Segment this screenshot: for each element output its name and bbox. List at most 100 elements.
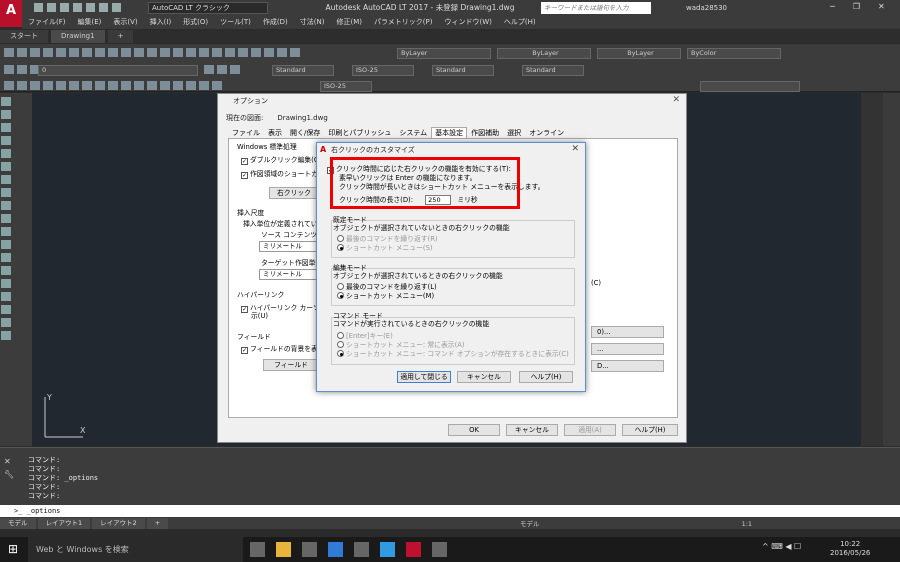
make-current-icon[interactable] bbox=[204, 65, 214, 74]
plotstyle-select[interactable]: ByColor bbox=[687, 48, 781, 59]
arc-icon[interactable] bbox=[69, 81, 79, 90]
redo-icon[interactable] bbox=[147, 48, 157, 57]
paste-icon[interactable] bbox=[108, 48, 118, 57]
properties-icon[interactable] bbox=[212, 48, 222, 57]
tab-new[interactable]: + bbox=[107, 30, 134, 43]
dim-diameter-icon[interactable] bbox=[212, 81, 222, 90]
line-icon[interactable] bbox=[1, 97, 11, 106]
publish-icon[interactable] bbox=[69, 48, 79, 57]
apply-close-button[interactable]: 適用して閉じる bbox=[397, 371, 451, 383]
status-annotation-scale[interactable]: 1:1 bbox=[742, 520, 752, 528]
field-checkbox[interactable]: ✓ フィールドの背景を表 bbox=[241, 345, 318, 354]
designcenter-icon[interactable] bbox=[225, 48, 235, 57]
properties-palette-collapsed[interactable] bbox=[883, 93, 900, 446]
ok-button[interactable]: OK bbox=[448, 424, 500, 436]
arc-icon[interactable] bbox=[1, 162, 11, 171]
target-units-select[interactable]: ミリメートル bbox=[259, 269, 319, 280]
print-icon[interactable] bbox=[86, 3, 95, 12]
layer-previous-icon[interactable] bbox=[217, 65, 227, 74]
options-right-button-2[interactable]: ... bbox=[591, 343, 664, 355]
wrench-icon[interactable]: 🔧︎ bbox=[4, 470, 14, 479]
lineweight-select[interactable]: ByLayer bbox=[597, 48, 681, 59]
minimize-icon[interactable]: ─ bbox=[830, 2, 835, 11]
zoom-window-icon[interactable] bbox=[186, 48, 196, 57]
cmd-always-radio[interactable]: ショートカット メニュー: 常に表示(A) bbox=[337, 341, 465, 350]
rectangle-icon[interactable] bbox=[1, 149, 11, 158]
media-icon[interactable] bbox=[354, 542, 369, 557]
options-right-button-1[interactable]: 0)... bbox=[591, 326, 664, 338]
command-input[interactable]: >_ _options bbox=[0, 505, 900, 517]
markup-icon[interactable] bbox=[264, 48, 274, 57]
dim-ordinate-icon[interactable] bbox=[173, 81, 183, 90]
dim-aligned-icon[interactable] bbox=[147, 81, 157, 90]
menu-file[interactable]: ファイル(F) bbox=[22, 16, 72, 29]
menu-help[interactable]: ヘルプ(H) bbox=[498, 16, 542, 29]
toolpalette-icon[interactable] bbox=[238, 48, 248, 57]
help-search-input[interactable]: キーワードまたは語句を入力 bbox=[541, 2, 651, 14]
workspace-select[interactable]: AutoCAD LT クラシック bbox=[148, 2, 268, 14]
textstyle-select[interactable]: Standard bbox=[272, 65, 334, 76]
edge-icon[interactable] bbox=[328, 542, 343, 557]
help-button[interactable]: ヘルプ(H) bbox=[622, 424, 678, 436]
view-select[interactable] bbox=[700, 81, 800, 92]
tab-model[interactable]: モデル bbox=[0, 518, 36, 529]
menu-edit[interactable]: 編集(E) bbox=[72, 16, 108, 29]
tab-start[interactable]: スタート bbox=[0, 30, 48, 43]
region-icon[interactable] bbox=[1, 292, 11, 301]
user-name[interactable]: wada28530 bbox=[686, 2, 727, 14]
taskbar-clock[interactable]: 10:22 2016/05/26 bbox=[830, 540, 870, 558]
shortcut-checkbox[interactable]: ✓ 作図領域のショートカ bbox=[241, 170, 318, 179]
lightbulb-icon[interactable] bbox=[17, 65, 27, 74]
dim-linear-icon[interactable] bbox=[134, 81, 144, 90]
color-select[interactable]: ByLayer bbox=[397, 48, 491, 59]
edit-repeat-radio[interactable]: 最後のコマンドを繰り返す(L) bbox=[337, 283, 437, 292]
gradient-icon[interactable] bbox=[1, 279, 11, 288]
circle-icon[interactable] bbox=[1, 175, 11, 184]
app-icon[interactable] bbox=[432, 542, 447, 557]
cmd-options-radio[interactable]: ショートカット メニュー: コマンド オプションが存在するときに表示(C) bbox=[337, 350, 569, 359]
windows-start-icon[interactable]: ⊞ bbox=[8, 543, 21, 556]
menu-insert[interactable]: 挿入(I) bbox=[144, 16, 178, 29]
line-icon[interactable] bbox=[4, 81, 14, 90]
right-click-customize-button[interactable]: 右クリック bbox=[269, 187, 319, 199]
dimstyle-select[interactable]: ISO-25 bbox=[352, 65, 414, 76]
matchprop-icon[interactable] bbox=[121, 48, 131, 57]
default-shortcut-radio[interactable]: ショートカット メニュー(S) bbox=[337, 244, 433, 253]
dim-arc-icon[interactable] bbox=[160, 81, 170, 90]
saveas-icon[interactable] bbox=[73, 3, 82, 12]
calc-icon[interactable] bbox=[277, 48, 287, 57]
polyline-icon[interactable] bbox=[30, 81, 40, 90]
pan-icon[interactable] bbox=[160, 48, 170, 57]
tab-add-layout[interactable]: + bbox=[146, 518, 169, 529]
ellipse-icon[interactable] bbox=[1, 214, 11, 223]
taskbar-search[interactable]: Web と Windows を検索 bbox=[28, 537, 243, 562]
insert-block-icon[interactable] bbox=[1, 227, 11, 236]
tab-layout1[interactable]: レイアウト1 bbox=[37, 518, 91, 529]
print-icon[interactable] bbox=[43, 48, 53, 57]
cancel-button[interactable]: キャンセル bbox=[506, 424, 558, 436]
copy-icon[interactable] bbox=[95, 48, 105, 57]
polygon-icon[interactable] bbox=[43, 81, 53, 90]
options-right-button-3[interactable]: D... bbox=[591, 360, 664, 372]
linetype-select[interactable]: ByLayer bbox=[497, 48, 591, 59]
preview-icon[interactable] bbox=[56, 48, 66, 57]
autocad-logo[interactable]: A bbox=[0, 0, 22, 27]
tablestyle-select[interactable]: Standard bbox=[432, 65, 494, 76]
ie-icon[interactable] bbox=[380, 542, 395, 557]
system-tray[interactable]: ^ ⌨ ◀ ☐ bbox=[762, 542, 801, 551]
edit-shortcut-radio[interactable]: ショートカット メニュー(M) bbox=[337, 292, 434, 301]
rc-help-button[interactable]: ヘルプ(H) bbox=[519, 371, 573, 383]
store-icon[interactable] bbox=[302, 542, 317, 557]
sheetset-icon[interactable] bbox=[251, 48, 261, 57]
circle-icon[interactable] bbox=[82, 81, 92, 90]
save-icon[interactable] bbox=[60, 3, 69, 12]
menu-format[interactable]: 形式(O) bbox=[177, 16, 214, 29]
mtext-icon[interactable] bbox=[1, 331, 11, 340]
menu-parametric[interactable]: パラメトリック(P) bbox=[368, 16, 438, 29]
tab-layout2[interactable]: レイアウト2 bbox=[92, 518, 145, 529]
dim-radius-icon[interactable] bbox=[186, 81, 196, 90]
cmd-enter-radio[interactable]: [Enter]キー(E) bbox=[337, 332, 393, 341]
make-block-icon[interactable] bbox=[1, 240, 11, 249]
polygon-icon[interactable] bbox=[1, 136, 11, 145]
ellipse-icon[interactable] bbox=[121, 81, 131, 90]
